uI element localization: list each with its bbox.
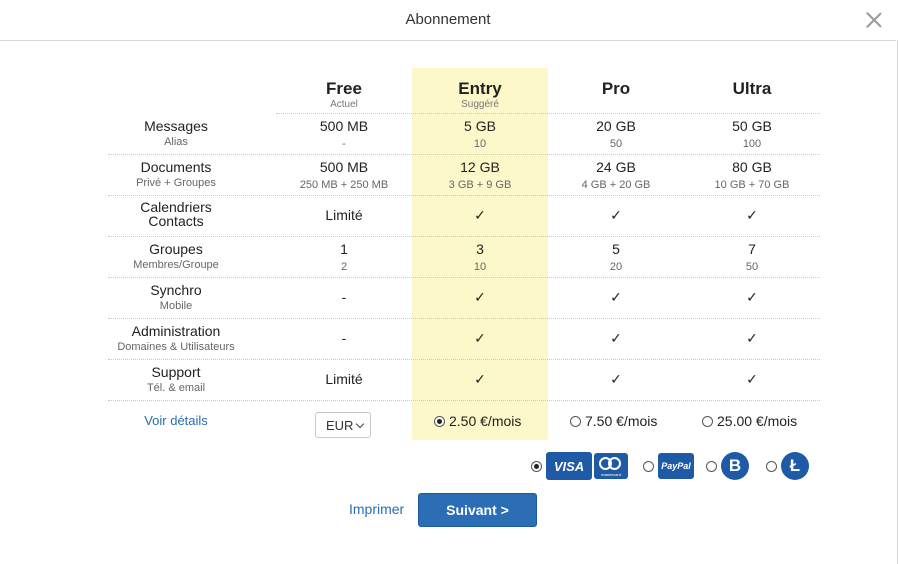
visa-icon[interactable]: VISA (546, 452, 592, 480)
currency-select[interactable]: EUR (315, 412, 371, 438)
feature-name: Groupes (149, 241, 203, 257)
table-cell: 24 GB 4 GB + 20 GB (581, 159, 651, 191)
row-divider (108, 318, 820, 319)
feature-label-sync: Synchro Mobile (108, 283, 244, 313)
row-divider (108, 154, 820, 155)
feature-name: Support (151, 364, 201, 380)
dialog-header: Abonnement (0, 0, 896, 41)
feature-label-support: Support Tél. & email (108, 365, 244, 395)
feature-label-groups: Groupes Membres/Groupe (108, 242, 244, 272)
feature-label-administration: Administration Domaines & Utilisateurs (108, 324, 244, 354)
bitcoin-icon[interactable]: B (721, 452, 749, 480)
feature-detail: Alias (164, 136, 188, 148)
plan-status: Actuel (330, 99, 358, 110)
check-icon: ✓ (610, 207, 622, 223)
close-icon[interactable] (866, 12, 882, 28)
row-divider (108, 195, 820, 196)
table-cell: 500 MB 250 MB + 250 MB (299, 159, 389, 191)
feature-label-calendars: Calendriers Contacts (108, 200, 244, 228)
litecoin-icon[interactable]: Ł (781, 452, 809, 480)
plan-header-pro: Pro (548, 79, 684, 99)
check-icon: ✓ (474, 371, 486, 387)
row-divider (108, 236, 820, 237)
table-cell: - (341, 289, 347, 305)
radio-selected-icon[interactable] (531, 460, 542, 472)
check-icon: ✓ (746, 207, 758, 223)
feature-detail: Privé + Groupes (136, 177, 216, 189)
feature-detail: Mobile (159, 300, 193, 312)
plan-status: Suggéré (461, 99, 499, 110)
table-cell: 5 GB 10 (464, 118, 496, 150)
table-cell: Limité (325, 371, 363, 387)
radio-icon[interactable] (706, 460, 717, 472)
row-divider (108, 277, 820, 278)
plan-name: Pro (601, 79, 631, 98)
price-option-pro[interactable]: 7.50 €/mois (570, 413, 657, 429)
mastercard-icon[interactable]: mastercard (594, 453, 628, 479)
check-icon: ✓ (474, 330, 486, 346)
check-icon: ✓ (610, 330, 622, 346)
check-icon: ✓ (610, 371, 622, 387)
plan-header-entry: Entry Suggéré (412, 79, 548, 110)
table-cell: 3 10 (473, 241, 487, 273)
check-icon: ✓ (474, 289, 486, 305)
plan-name: Ultra (732, 79, 772, 98)
table-cell: 500 MB - (319, 118, 369, 150)
radio-icon[interactable] (643, 460, 654, 472)
table-cell: 80 GB 10 GB + 70 GB (714, 159, 790, 191)
payment-option-mastercard[interactable]: mastercard (594, 453, 628, 479)
feature-detail: Tél. & email (146, 382, 206, 394)
plan-header-ultra: Ultra (684, 79, 820, 99)
plan-name: Entry (458, 79, 502, 98)
payment-option-visa[interactable]: VISA (531, 452, 592, 480)
table-cell: 50 GB 100 (732, 118, 772, 150)
price-option-ultra[interactable]: 25.00 €/mois (702, 413, 797, 429)
plan-name: Free (326, 79, 362, 98)
paypal-icon[interactable]: PayPal (658, 453, 694, 479)
radio-selected-icon[interactable] (434, 416, 445, 427)
table-cell: Limité (325, 207, 363, 223)
payment-option-paypal[interactable]: PayPal (643, 453, 694, 479)
feature-name: Synchro (150, 282, 202, 298)
row-divider (276, 113, 820, 114)
table-cell: 12 (340, 241, 348, 273)
price-label: 25.00 €/mois (717, 413, 798, 429)
next-button[interactable]: Suivant > (418, 493, 537, 527)
price-label: 7.50 €/mois (585, 413, 658, 429)
currency-value: EUR (326, 418, 354, 433)
radio-icon[interactable] (570, 416, 581, 427)
check-icon: ✓ (610, 289, 622, 305)
check-icon: ✓ (746, 289, 758, 305)
radio-icon[interactable] (766, 460, 777, 472)
feature-name: Documents (140, 159, 212, 175)
print-link[interactable]: Imprimer (349, 501, 404, 517)
table-cell: 12 GB 3 GB + 9 GB (448, 159, 512, 191)
row-divider (108, 400, 820, 401)
radio-icon[interactable] (702, 416, 713, 427)
payment-option-litecoin[interactable]: Ł (766, 452, 809, 480)
plan-header-free: Free Actuel (276, 79, 412, 110)
details-link[interactable]: Voir détails (108, 413, 244, 428)
check-icon: ✓ (746, 371, 758, 387)
feature-label-messages: Messages Alias (108, 119, 244, 149)
feature-name: Messages (144, 118, 208, 134)
check-icon: ✓ (746, 330, 758, 346)
feature-detail: Membres/Groupe (133, 259, 219, 271)
feature-label-documents: Documents Privé + Groupes (108, 160, 244, 190)
table-cell: - (341, 330, 347, 346)
payment-option-bitcoin[interactable]: B (706, 452, 749, 480)
feature-name: Administration (131, 323, 221, 339)
price-option-entry[interactable]: 2.50 €/mois (434, 413, 521, 429)
feature-name-secondary: Contacts (148, 213, 204, 229)
chevron-down-icon (355, 419, 365, 429)
feature-name: Calendriers (140, 199, 212, 215)
check-icon: ✓ (474, 207, 486, 223)
table-cell: 20 GB 50 (596, 118, 636, 150)
dialog-title: Abonnement (405, 11, 491, 28)
price-label: 2.50 €/mois (449, 413, 522, 429)
table-cell: 5 20 (609, 241, 623, 273)
row-divider (108, 359, 820, 360)
feature-detail: Domaines & Utilisateurs (117, 341, 235, 353)
table-cell: 7 50 (745, 241, 759, 273)
